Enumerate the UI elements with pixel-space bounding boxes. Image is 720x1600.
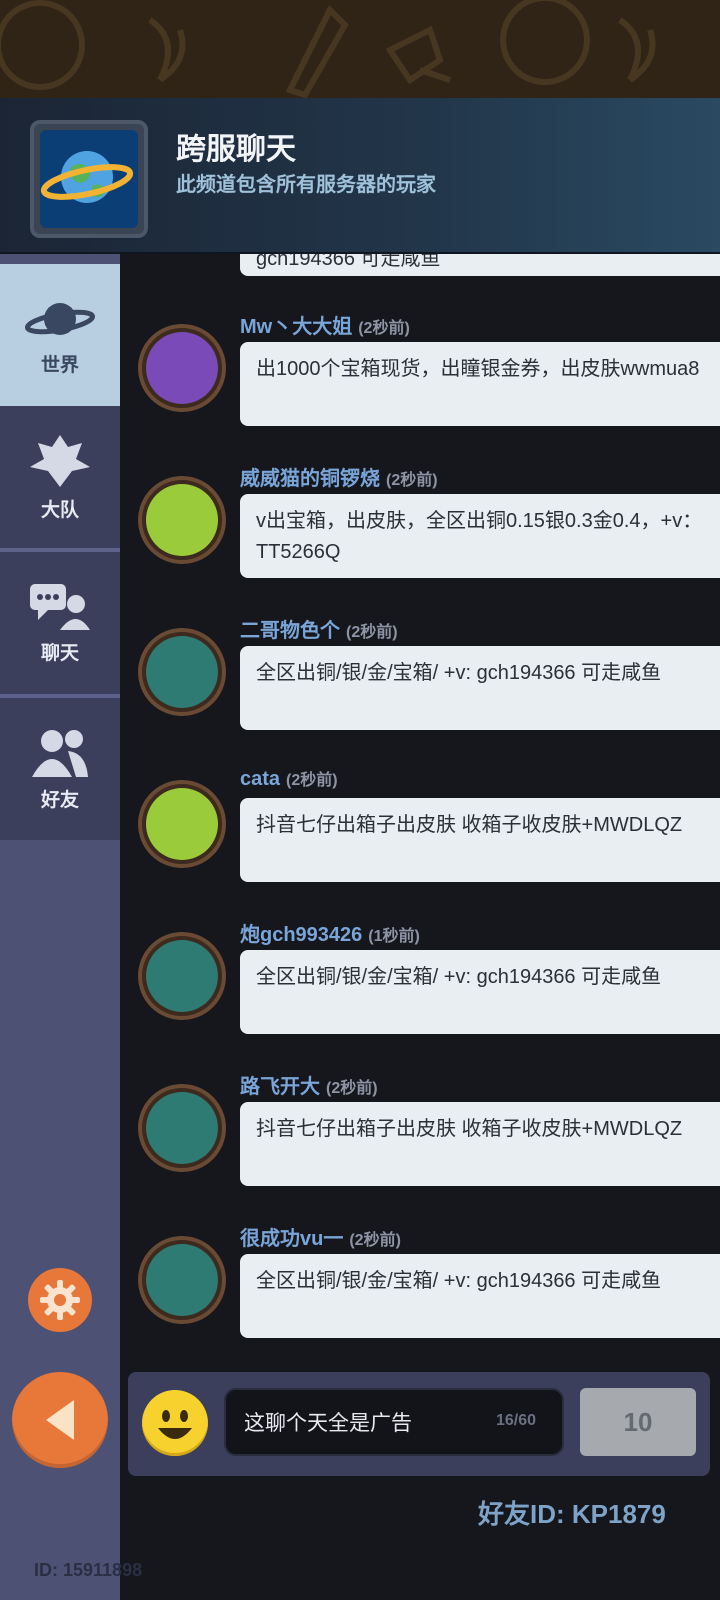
message-time: (2秒前) [358,320,410,337]
avatar[interactable] [138,780,226,868]
sender-name[interactable]: cata [240,768,280,790]
chat-message: 炮gch993426 (1秒前) 全区出铜/银/金/宝箱/ +v: gch1943… [120,918,720,1070]
planet-icon [30,120,148,238]
emoji-button[interactable] [142,1390,208,1456]
settings-button[interactable] [28,1268,92,1332]
sender-name[interactable]: 二哥物色个 [240,620,340,642]
partial-message-bubble: gch194366 可走咸鱼 [240,254,720,276]
tab-world[interactable]: 世界 [0,264,120,406]
tab-friends[interactable]: 好友 [0,698,120,840]
avatar[interactable] [138,476,226,564]
smiley-icon [158,1410,192,1439]
channel-subtitle: 此频道包含所有服务器的玩家 [176,174,436,196]
avatar[interactable] [138,1084,226,1172]
sender-name[interactable]: 很成功vu一 [240,1228,343,1250]
avatar[interactable] [138,324,226,412]
chat-message: 很成功vu一 (2秒前) 全区出铜/银/金/宝箱/ +v: gch194366 可… [120,1222,720,1364]
message-bubble: 出1000个宝箱现货，出瞳银金券，出皮肤wwmua8 [240,342,720,426]
sender-name[interactable]: 威威猫的铜锣烧 [240,468,380,490]
channel-header: 跨服聊天 此频道包含所有服务器的玩家 [0,98,720,254]
char-count: 16/60 [496,1412,537,1429]
message-bubble: 抖音七仔出箱子出皮肤 收箱子收皮肤+MWDLQZ [240,798,720,882]
friends-icon [32,729,88,777]
friend-id-label: 好友ID: KP1879 [478,1499,666,1529]
decorative-banner [0,0,720,98]
gear-icon [40,1280,80,1320]
chat-message: cata (2秒前) 抖音七仔出箱子出皮肤 收箱子收皮肤+MWDLQZ [120,766,720,918]
chat-message: 二哥物色个 (2秒前) 全区出铜/银/金/宝箱/ +v: gch194366 可走… [120,614,720,766]
avatar[interactable] [138,628,226,716]
message-bubble: 全区出铜/银/金/宝箱/ +v: gch194366 可走咸鱼 [240,1254,720,1338]
tab-team[interactable]: 大队 [0,406,120,548]
chat-message: 威威猫的铜锣烧 (2秒前) v出宝箱，出皮肤，全区出铜0.15银0.3金0.4，+… [120,462,720,614]
tab-chat[interactable]: 聊天 [0,552,120,694]
back-button[interactable] [12,1372,108,1468]
message-time: (2秒前) [286,772,338,789]
message-bubble: v出宝箱，出皮肤，全区出铜0.15银0.3金0.4，+v：TT5266Q [240,494,720,578]
message-time: (1秒前) [368,928,420,945]
team-icon [30,434,90,487]
tab-label: 大队 [40,499,79,521]
chat-message: Mw丶大大姐 (2秒前) 出1000个宝箱现货，出瞳银金券，出皮肤wwmua8 [120,310,720,462]
message-time: (2秒前) [386,472,438,489]
tab-label: 好友 [40,789,79,811]
chat-message-list[interactable]: gch194366 可走咸鱼 Mw丶大大姐 (2秒前) 出1000个宝箱现货，出瞳… [120,254,720,1364]
message-time: (2秒前) [346,624,398,641]
avatar[interactable] [138,1236,226,1324]
chat-icon [30,583,90,630]
message-bubble: 全区出铜/银/金/宝箱/ +v: gch194366 可走咸鱼 [240,950,720,1034]
avatar[interactable] [138,932,226,1020]
chat-input-bar: 16/60 10 [128,1372,710,1476]
back-arrow-icon [46,1400,74,1440]
message-bubble: 全区出铜/银/金/宝箱/ +v: gch194366 可走咸鱼 [240,646,720,730]
sender-name[interactable]: Mw丶大大姐 [240,316,352,338]
sender-name[interactable]: 炮gch993426 [240,924,362,946]
tab-label: 世界 [40,354,79,376]
send-button[interactable]: 10 [580,1388,696,1456]
message-time: (2秒前) [349,1232,401,1249]
channel-title: 跨服聊天 [176,133,296,166]
tab-label: 聊天 [40,642,79,664]
chat-message: 路飞开大 (2秒前) 抖音七仔出箱子出皮肤 收箱子收皮肤+MWDLQZ [120,1070,720,1222]
message-bubble: 抖音七仔出箱子出皮肤 收箱子收皮肤+MWDLQZ [240,1102,720,1186]
planet-icon [25,302,95,335]
sender-name[interactable]: 路飞开大 [240,1076,320,1098]
user-id-label: ID: 15911898 [34,1560,143,1580]
message-time: (2秒前) [326,1080,378,1097]
